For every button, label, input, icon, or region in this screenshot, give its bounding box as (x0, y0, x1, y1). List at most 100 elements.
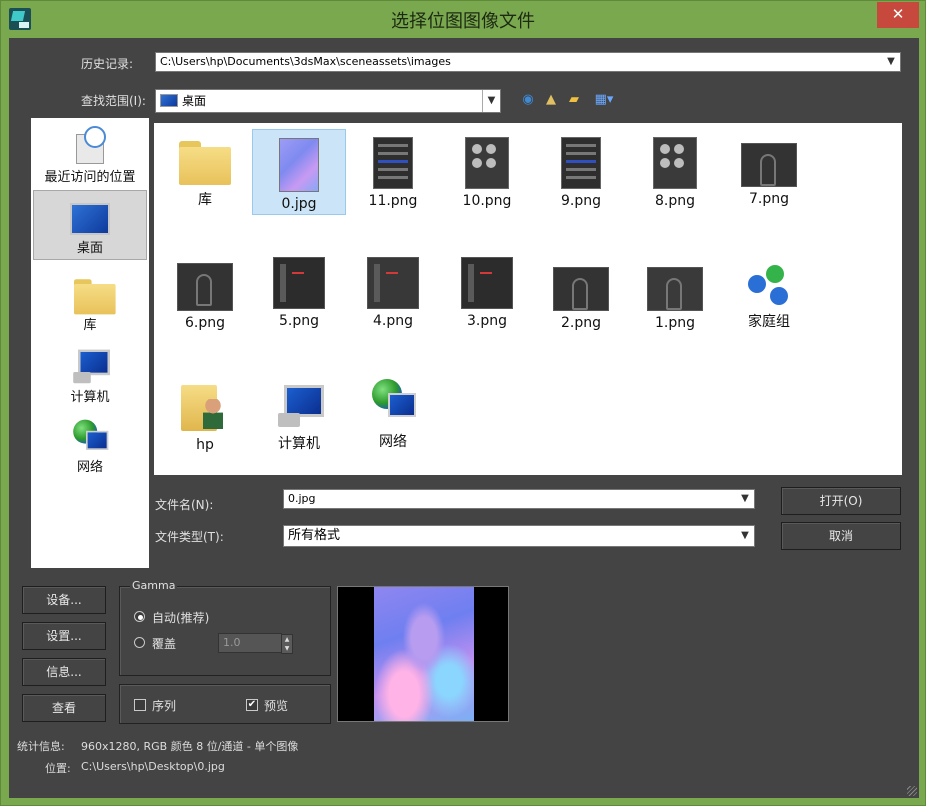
gamma-group-title: Gamma (130, 579, 177, 592)
chevron-down-icon[interactable]: ▼ (736, 490, 754, 508)
file-item-6png[interactable]: 6.png (158, 253, 252, 339)
history-combo[interactable]: C:\Users\hp\Documents\3dsMax\sceneassets… (155, 52, 901, 72)
network-icon (72, 418, 109, 450)
file-name: 0.jpg (253, 196, 345, 212)
gamma-override-input[interactable]: 1.0 ▲▼ (218, 633, 282, 653)
image-thumbnail-icon (367, 257, 419, 309)
window-title: 选择位图图像文件 (1, 7, 925, 33)
file-name: 1.png (628, 315, 722, 331)
file-list-pane[interactable]: 库 0.jpg 11.png 10.png 9.png 8.png (154, 123, 902, 475)
file-item-homegroup[interactable]: 家庭组 (722, 253, 816, 339)
file-name: 2.png (534, 315, 628, 331)
file-item-9png[interactable]: 9.png (534, 129, 628, 215)
cancel-button[interactable]: 取消 (781, 522, 901, 550)
image-thumbnail-icon (561, 137, 601, 189)
sidebar-item-recent[interactable]: 最近访问的位置 (33, 118, 147, 186)
dialog-client: 历史记录: C:\Users\hp\Documents\3dsMax\scene… (9, 38, 919, 798)
dialog-window: 选择位图图像文件 ✕ 历史记录: C:\Users\hp\Documents\3… (0, 0, 926, 806)
file-item-7png[interactable]: 7.png (722, 129, 816, 215)
close-button[interactable]: ✕ (877, 2, 919, 28)
info-button[interactable]: 信息... (22, 658, 106, 686)
file-item-hp[interactable]: hp (158, 373, 252, 459)
sidebar-item-label: 网络 (77, 460, 103, 475)
gamma-auto-radio[interactable] (134, 611, 145, 622)
back-arrow-icon[interactable]: ◉ (520, 92, 536, 108)
view-button[interactable]: 查看 (22, 694, 106, 722)
file-item-network[interactable]: 网络 (346, 373, 440, 459)
options-group: 序列 ✔ 预览 (119, 684, 331, 724)
file-name: 计算机 (252, 433, 346, 453)
desktop-small-icon (160, 94, 178, 107)
file-name: 库 (158, 189, 252, 209)
chevron-down-icon[interactable]: ▼ (882, 53, 900, 71)
gamma-override-label: 覆盖 (152, 635, 176, 652)
setup-button[interactable]: 设置... (22, 622, 106, 650)
gamma-group: Gamma 自动(推荐) 覆盖 1.0 ▲▼ (119, 586, 331, 676)
homegroup-icon (744, 261, 794, 307)
gamma-auto-label: 自动(推荐) (152, 609, 209, 626)
file-name: 7.png (722, 191, 816, 207)
filename-input[interactable]: 0.jpg ▼ (283, 489, 755, 509)
computer-icon (274, 383, 324, 429)
file-item-3png[interactable]: 3.png (440, 253, 534, 339)
gamma-override-radio[interactable] (134, 637, 145, 648)
lookin-value: 桌面 (182, 90, 206, 112)
lookin-combo[interactable]: 桌面 ▼ (155, 89, 501, 113)
resize-grip-icon[interactable] (907, 786, 917, 796)
file-name: 5.png (252, 313, 346, 329)
filetype-select[interactable]: 所有格式 ▼ (283, 525, 755, 547)
image-thumbnail-icon (461, 257, 513, 309)
file-item-library[interactable]: 库 (158, 129, 252, 215)
chevron-down-icon[interactable]: ▼ (482, 90, 500, 112)
file-name: 3.png (440, 313, 534, 329)
sidebar-item-label: 最近访问的位置 (44, 170, 135, 185)
sidebar-item-desktop[interactable]: 桌面 (33, 190, 147, 260)
stats-label: 统计信息: (17, 738, 65, 754)
file-name: 8.png (628, 193, 722, 209)
sidebar-item-network[interactable]: 网络 (33, 408, 147, 472)
file-item-computer[interactable]: 计算机 (252, 373, 346, 459)
user-folder-icon (181, 381, 229, 433)
file-item-11png[interactable]: 11.png (346, 129, 440, 215)
open-button[interactable]: 打开(O) (781, 487, 901, 515)
file-item-5png[interactable]: 5.png (252, 253, 346, 339)
filename-value: 0.jpg (288, 490, 316, 508)
file-name: 11.png (346, 193, 440, 209)
file-name: 家庭组 (722, 311, 816, 331)
desktop-icon (70, 203, 110, 235)
stats-value: 960x1280, RGB 颜色 8 位/通道 - 单个图像 (81, 738, 298, 754)
sidebar-item-library[interactable]: 库 (33, 266, 147, 332)
sequence-label: 序列 (152, 697, 176, 714)
history-value: C:\Users\hp\Documents\3dsMax\sceneassets… (160, 53, 451, 71)
file-name: hp (158, 437, 252, 453)
sidebar-item-computer[interactable]: 计算机 (33, 338, 147, 400)
file-item-8png[interactable]: 8.png (628, 129, 722, 215)
file-name: 10.png (440, 193, 534, 209)
file-item-10png[interactable]: 10.png (440, 129, 534, 215)
computer-icon (70, 348, 110, 380)
file-item-2png[interactable]: 2.png (534, 253, 628, 339)
recent-places-icon (70, 124, 110, 164)
lookin-label: 查找范围(I): (81, 92, 146, 109)
image-thumbnail-icon (647, 267, 703, 311)
file-item-4png[interactable]: 4.png (346, 253, 440, 339)
image-thumbnail-icon (279, 138, 319, 192)
image-thumbnail-icon (465, 137, 509, 189)
places-sidebar: 最近访问的位置 桌面 库 计算机 网络 (31, 118, 149, 568)
sidebar-item-label: 桌面 (77, 241, 103, 256)
up-folder-icon[interactable]: ▲ (543, 92, 559, 108)
title-bar[interactable]: 选择位图图像文件 ✕ (1, 1, 925, 38)
spinner-arrows-icon[interactable]: ▲▼ (281, 634, 293, 654)
preview-checkbox[interactable]: ✔ (246, 699, 258, 711)
sequence-checkbox[interactable] (134, 699, 146, 711)
view-menu-icon[interactable]: ▦▾ (591, 92, 617, 108)
file-item-0jpg[interactable]: 0.jpg (252, 129, 346, 215)
image-thumbnail-icon (741, 143, 797, 187)
file-name: 6.png (158, 315, 252, 331)
devices-button[interactable]: 设备... (22, 586, 106, 614)
file-name: 9.png (534, 193, 628, 209)
gamma-override-value: 1.0 (223, 636, 241, 649)
chevron-down-icon[interactable]: ▼ (736, 526, 754, 546)
new-folder-icon[interactable]: ▰ (566, 92, 582, 108)
file-item-1png[interactable]: 1.png (628, 253, 722, 339)
